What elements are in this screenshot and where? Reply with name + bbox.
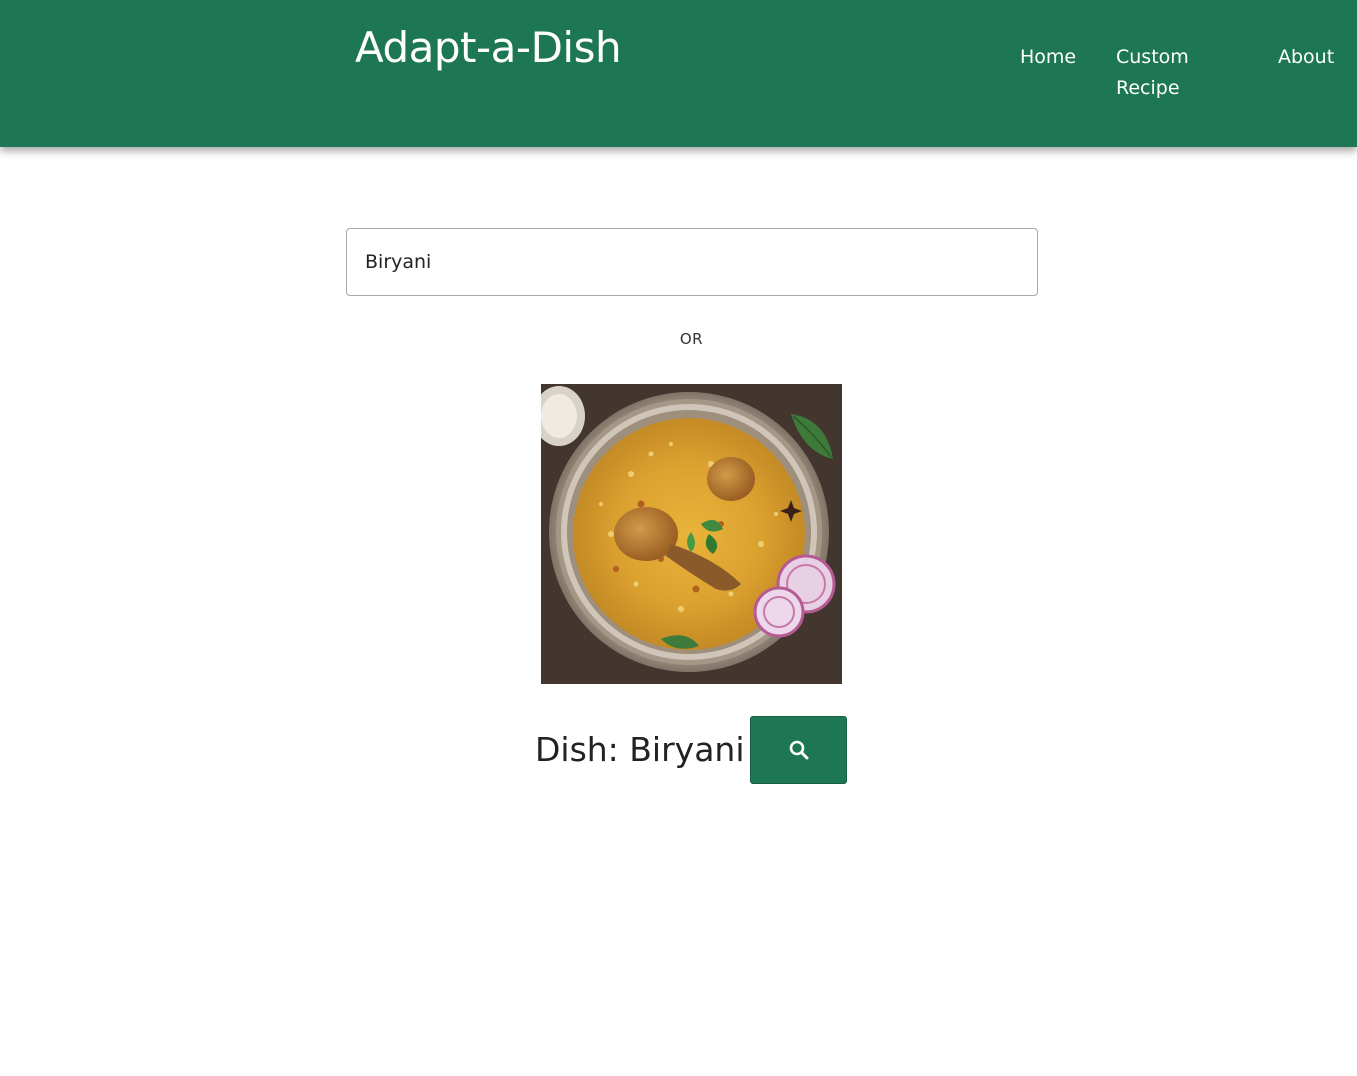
nav-link-custom-recipe[interactable]: Custom Recipe (1116, 42, 1226, 104)
top-navbar: Adapt-a-Dish Home Custom Recipe About (0, 0, 1357, 147)
search-icon (789, 740, 808, 760)
or-divider-text: OR (679, 330, 704, 348)
nav-link-home[interactable]: Home (1020, 42, 1076, 73)
biryani-plate-photo (541, 384, 842, 684)
search-button[interactable] (750, 716, 847, 784)
dish-name-label: Dish: Biryani (535, 730, 745, 769)
nav-link-about[interactable]: About (1278, 42, 1334, 73)
dish-search-input[interactable] (346, 228, 1038, 296)
brand-logo-text[interactable]: Adapt-a-Dish (355, 22, 622, 74)
dish-image[interactable] (541, 384, 842, 684)
